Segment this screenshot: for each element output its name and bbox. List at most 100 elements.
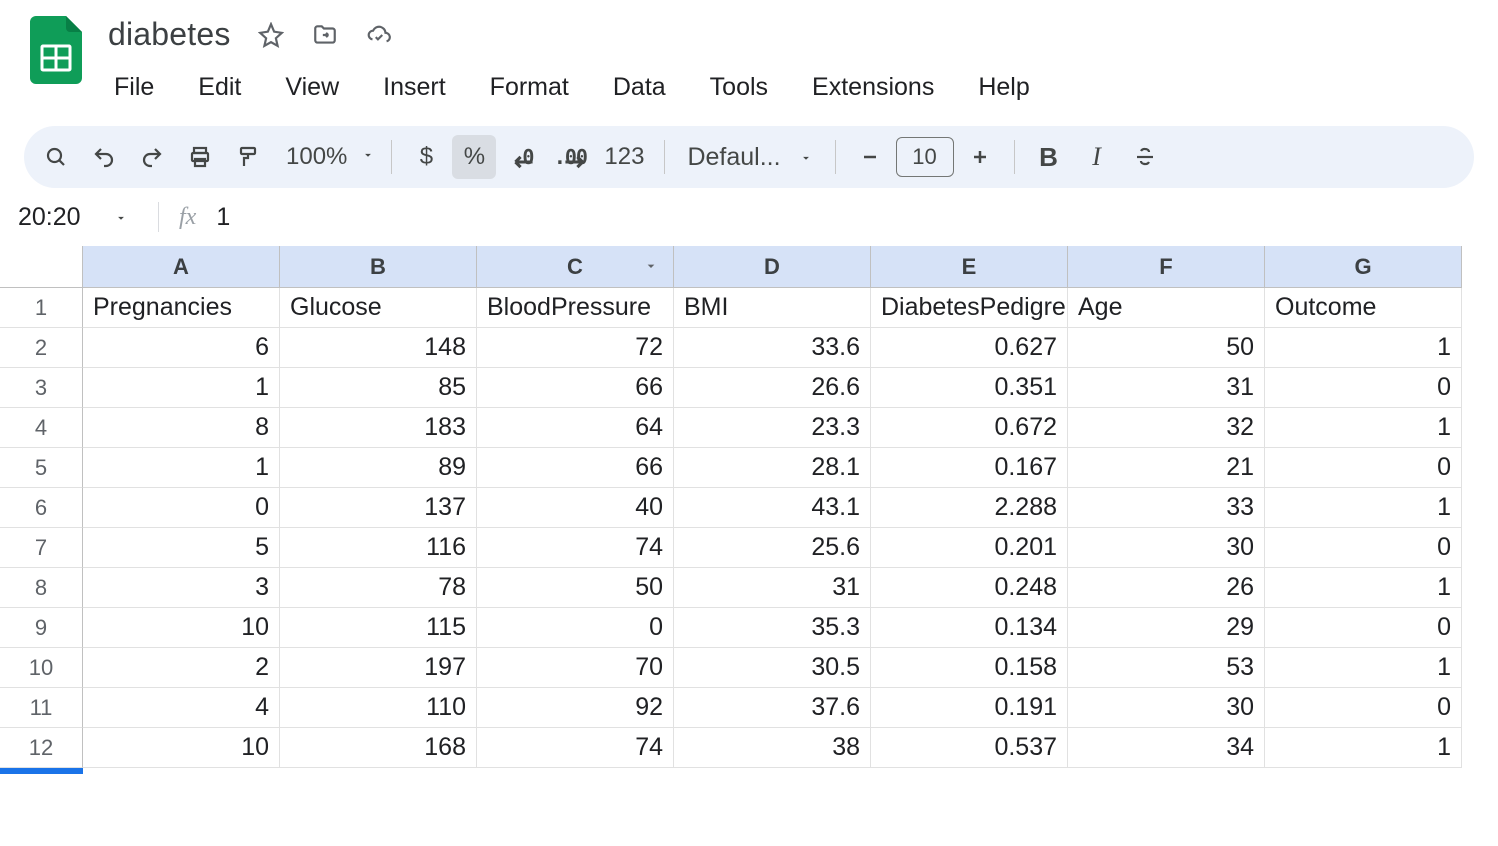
row-header-8[interactable]: 8 <box>0 568 83 608</box>
cell[interactable]: 183 <box>280 408 477 448</box>
cell[interactable]: 0 <box>1265 448 1462 488</box>
cell[interactable]: 1 <box>1265 728 1462 768</box>
decrease-font-size-button[interactable] <box>848 135 892 179</box>
cell[interactable]: 85 <box>280 368 477 408</box>
cell[interactable]: 33.6 <box>674 328 871 368</box>
row-header-12[interactable]: 12 <box>0 728 83 768</box>
row-header-5[interactable]: 5 <box>0 448 83 488</box>
menu-data[interactable]: Data <box>593 67 686 108</box>
cell[interactable]: 0 <box>477 608 674 648</box>
cell[interactable]: 4 <box>83 688 280 728</box>
cell[interactable]: 25.6 <box>674 528 871 568</box>
cell[interactable]: BloodPressure <box>477 288 674 328</box>
cell[interactable]: 50 <box>1068 328 1265 368</box>
font-family-select[interactable]: Defaul... <box>677 143 822 172</box>
menu-extensions[interactable]: Extensions <box>792 67 954 108</box>
column-header-F[interactable]: F <box>1068 246 1265 288</box>
row-header-1[interactable]: 1 <box>0 288 83 328</box>
italic-button[interactable]: I <box>1075 135 1119 179</box>
cell[interactable]: 5 <box>83 528 280 568</box>
menu-format[interactable]: Format <box>470 67 589 108</box>
currency-button[interactable]: $ <box>404 135 448 179</box>
increase-decimal-button[interactable]: .00 <box>548 135 592 179</box>
column-header-B[interactable]: B <box>280 246 477 288</box>
cell[interactable]: 37.6 <box>674 688 871 728</box>
cell[interactable]: 43.1 <box>674 488 871 528</box>
cell[interactable]: 21 <box>1068 448 1265 488</box>
cell[interactable]: 1 <box>1265 568 1462 608</box>
cell[interactable]: 1 <box>83 368 280 408</box>
cell[interactable]: 30 <box>1068 528 1265 568</box>
column-header-A[interactable]: A <box>83 246 280 288</box>
cell[interactable]: 33 <box>1068 488 1265 528</box>
cell[interactable]: 0 <box>1265 528 1462 568</box>
select-all-cell[interactable] <box>0 246 83 288</box>
row-header-9[interactable]: 9 <box>0 608 83 648</box>
cell[interactable]: 1 <box>83 448 280 488</box>
menu-tools[interactable]: Tools <box>690 67 788 108</box>
cell[interactable]: 0.248 <box>871 568 1068 608</box>
cell[interactable]: 53 <box>1068 648 1265 688</box>
increase-font-size-button[interactable] <box>958 135 1002 179</box>
cell[interactable]: 3 <box>83 568 280 608</box>
strikethrough-button[interactable] <box>1123 135 1167 179</box>
cell[interactable]: 2 <box>83 648 280 688</box>
cloud-saved-icon[interactable] <box>363 19 395 51</box>
cell[interactable]: 137 <box>280 488 477 528</box>
cell[interactable]: 0.201 <box>871 528 1068 568</box>
cell[interactable]: 92 <box>477 688 674 728</box>
cell[interactable]: 23.3 <box>674 408 871 448</box>
font-size-input[interactable]: 10 <box>896 137 954 177</box>
bold-button[interactable]: B <box>1027 135 1071 179</box>
row-header-10[interactable]: 10 <box>0 648 83 688</box>
zoom-select[interactable]: 100% <box>274 143 379 171</box>
cell[interactable]: 0.158 <box>871 648 1068 688</box>
cell[interactable]: 110 <box>280 688 477 728</box>
cell[interactable]: 148 <box>280 328 477 368</box>
menu-view[interactable]: View <box>265 67 359 108</box>
cell[interactable]: 1 <box>1265 328 1462 368</box>
cell[interactable]: 66 <box>477 448 674 488</box>
row-header-3[interactable]: 3 <box>0 368 83 408</box>
row-header-6[interactable]: 6 <box>0 488 83 528</box>
cell[interactable]: 0.537 <box>871 728 1068 768</box>
cell[interactable]: 8 <box>83 408 280 448</box>
name-box[interactable]: 20:20 <box>18 203 138 232</box>
cell[interactable]: 64 <box>477 408 674 448</box>
row-header-2[interactable]: 2 <box>0 328 83 368</box>
column-header-G[interactable]: G <box>1265 246 1462 288</box>
cell[interactable]: 0.167 <box>871 448 1068 488</box>
cell[interactable]: 26 <box>1068 568 1265 608</box>
paint-format-button[interactable] <box>226 135 270 179</box>
cell[interactable]: 0 <box>1265 688 1462 728</box>
cell[interactable]: 10 <box>83 608 280 648</box>
cell[interactable]: 0 <box>1265 608 1462 648</box>
percent-button[interactable]: % <box>452 135 496 179</box>
star-icon[interactable] <box>255 19 287 51</box>
cell[interactable]: 38 <box>674 728 871 768</box>
cell[interactable]: 0.191 <box>871 688 1068 728</box>
menu-insert[interactable]: Insert <box>363 67 466 108</box>
undo-button[interactable] <box>82 135 126 179</box>
cell[interactable]: 34 <box>1068 728 1265 768</box>
cell[interactable]: Glucose <box>280 288 477 328</box>
cell[interactable]: 50 <box>477 568 674 608</box>
column-header-E[interactable]: E <box>871 246 1068 288</box>
cell[interactable]: 116 <box>280 528 477 568</box>
cell[interactable]: 89 <box>280 448 477 488</box>
cell[interactable]: Age <box>1068 288 1265 328</box>
cell[interactable]: 78 <box>280 568 477 608</box>
cell[interactable]: 66 <box>477 368 674 408</box>
cell[interactable]: Outcome <box>1265 288 1462 328</box>
cell[interactable]: 168 <box>280 728 477 768</box>
print-button[interactable] <box>178 135 222 179</box>
cell[interactable]: 31 <box>1068 368 1265 408</box>
more-formats-button[interactable]: 123 <box>596 135 652 179</box>
cell[interactable]: 1 <box>1265 488 1462 528</box>
cell[interactable]: 72 <box>477 328 674 368</box>
cell[interactable]: 2.288 <box>871 488 1068 528</box>
column-header-C[interactable]: C <box>477 246 674 288</box>
cell[interactable]: 6 <box>83 328 280 368</box>
column-header-D[interactable]: D <box>674 246 871 288</box>
move-icon[interactable] <box>309 19 341 51</box>
